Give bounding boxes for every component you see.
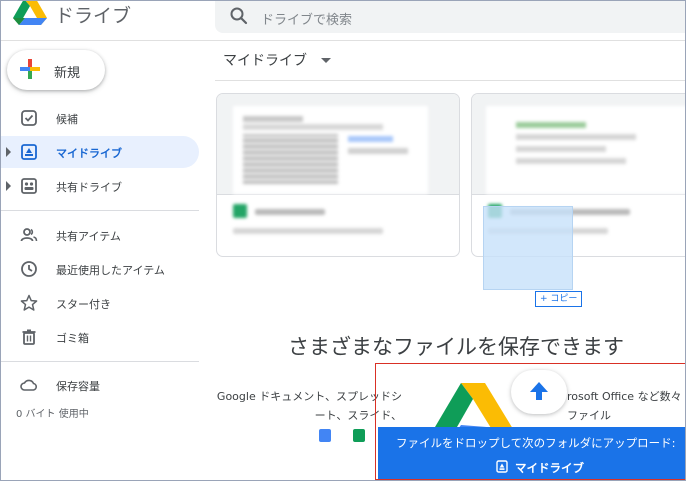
app-title: ドライブ	[55, 5, 132, 27]
sidebar-item-storage[interactable]: 保存容量	[1, 369, 199, 401]
sidebar-item-label: マイドライブ	[56, 147, 122, 160]
my-drive-icon	[496, 460, 508, 473]
sidebar-item-suggested[interactable]: 候補	[1, 102, 199, 134]
drag-preview	[483, 206, 573, 290]
file-card[interactable]	[216, 93, 460, 257]
drive-window: ドライブ ドライブで検索 新規 候補 マイドライブ 共有ドライブ 共有アイテム …	[0, 0, 686, 481]
upload-arrow-icon	[530, 382, 548, 400]
cloud-icon	[20, 379, 37, 391]
empty-state-title: さまざまなファイルを保存できます	[288, 335, 624, 359]
storage-usage: 0 バイト 使用中	[16, 409, 89, 420]
sidebar-item-label: 候補	[56, 113, 78, 126]
upload-drop-toast: ファイルをドロップして次のフォルダにアップロード: マイドライブ	[378, 427, 685, 479]
sheets-file-icon	[233, 204, 247, 218]
shared-drives-icon	[21, 178, 37, 194]
expand-caret-icon[interactable]	[6, 181, 11, 191]
file-thumbnail	[217, 94, 459, 195]
people-icon	[20, 228, 38, 242]
docs-icon	[319, 429, 331, 442]
file-thumbnail	[472, 94, 685, 195]
file-info-blurred	[233, 228, 383, 234]
sidebar-item-trash[interactable]: ゴミ箱	[1, 321, 199, 353]
sidebar-divider	[1, 361, 199, 362]
sidebar-item-label: 最近使用したアイテム	[56, 264, 165, 277]
sidebar-item-label: ゴミ箱	[56, 332, 89, 345]
toast-folder-name: マイドライブ	[515, 461, 584, 475]
empty-state-description: Google ドキュメント、スプレッドシート、スライド、	[216, 390, 402, 422]
sheets-icon	[353, 429, 365, 442]
breadcrumb[interactable]: マイドライブ	[223, 50, 307, 70]
trash-icon	[22, 329, 36, 345]
search-input[interactable]: ドライブで検索	[261, 9, 352, 28]
star-icon	[20, 294, 38, 311]
sidebar-item-recent[interactable]: 最近使用したアイテム	[1, 253, 199, 285]
search-bar[interactable]: ドライブで検索	[215, 1, 685, 33]
clock-icon	[21, 261, 37, 277]
search-icon[interactable]	[229, 6, 249, 26]
sidebar-divider	[1, 210, 199, 211]
main-divider	[215, 80, 685, 81]
sidebar-item-my-drive[interactable]: マイドライブ	[1, 136, 199, 168]
chevron-down-icon[interactable]	[321, 58, 331, 63]
expand-caret-icon[interactable]	[6, 147, 11, 157]
sidebar-item-shared-drives[interactable]: 共有ドライブ	[1, 170, 199, 202]
upload-indicator	[511, 370, 567, 414]
sidebar-item-label: スター付き	[56, 298, 111, 311]
header-divider	[1, 40, 685, 41]
sidebar-item-label: 共有アイテム	[56, 230, 121, 243]
drag-copy-badge: + コピー	[535, 291, 583, 307]
sidebar-item-label: 共有ドライブ	[56, 181, 122, 194]
file-name-blurred	[255, 209, 325, 215]
new-button-label: 新規	[54, 66, 81, 81]
sidebar-item-starred[interactable]: スター付き	[1, 287, 199, 319]
plus-icon	[20, 59, 40, 79]
storage-label: 保存容量	[56, 380, 100, 393]
document-preview	[233, 106, 428, 194]
new-button[interactable]: 新規	[7, 50, 105, 90]
toast-message: ファイルをドロップして次のフォルダにアップロード:	[396, 436, 676, 450]
document-preview	[486, 106, 685, 194]
drive-logo-icon[interactable]	[13, 0, 47, 25]
my-drive-icon	[21, 144, 37, 160]
sidebar-item-shared-with-me[interactable]: 共有アイテム	[1, 219, 199, 251]
checkbox-icon	[21, 110, 37, 126]
